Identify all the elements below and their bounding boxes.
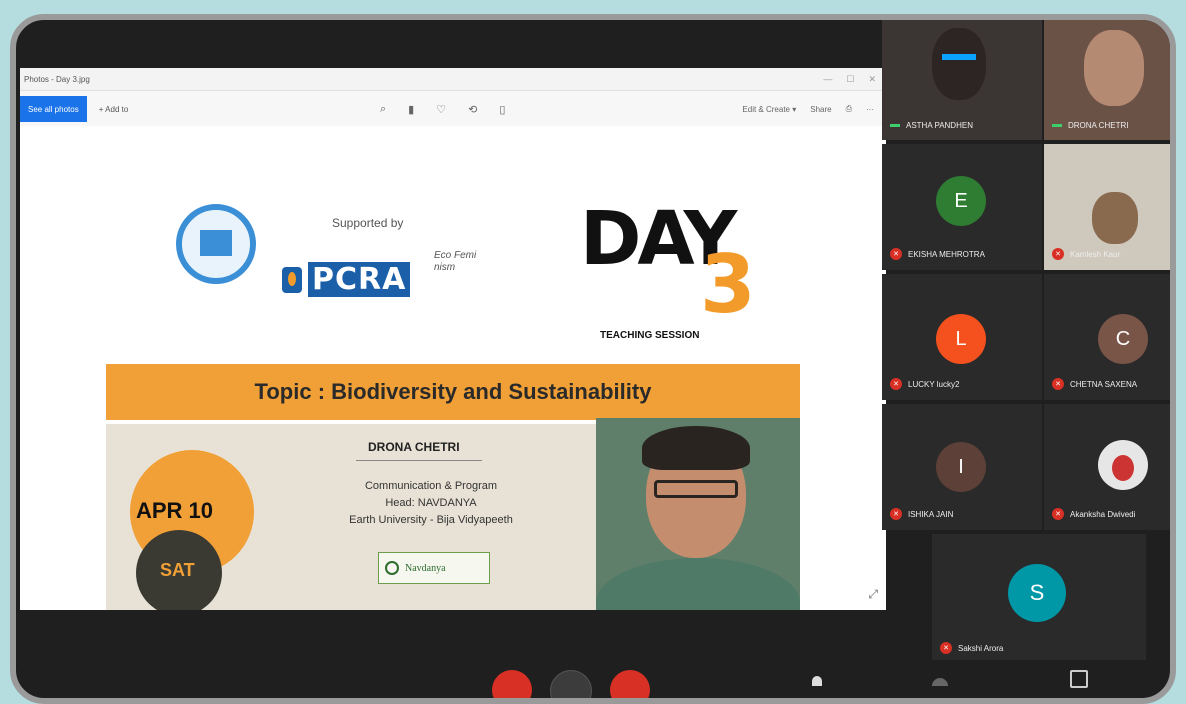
- eco-logo: Eco Femi nism: [434, 250, 477, 273]
- close-button[interactable]: ✕: [868, 74, 876, 85]
- participant-name: LUCKY lucky2: [908, 379, 960, 389]
- maximize-button[interactable]: ☐: [846, 74, 854, 85]
- rotate-icon[interactable]: ⟲: [468, 103, 477, 116]
- participant-tile[interactable]: ASTHA PANDHEN: [882, 20, 1042, 140]
- chat-icon[interactable]: [932, 678, 948, 686]
- participant-tile[interactable]: E ✕ EKISHA MEHROTRA: [882, 144, 1042, 270]
- participant-video: [932, 28, 986, 100]
- participant-name: Kamlesh Kaur: [1070, 249, 1121, 259]
- avatar: C: [1098, 314, 1148, 364]
- minimize-button[interactable]: —: [823, 74, 832, 85]
- participant-tile[interactable]: DRONA CHETRI: [1044, 20, 1170, 140]
- speaker-panel: APR 10 SAT DRONA CHETRI Communication & …: [106, 418, 800, 610]
- pcra-logo: PCRA: [282, 262, 411, 297]
- people-icon[interactable]: [812, 676, 822, 686]
- participant-tile[interactable]: C ✕ CHETNA SAXENA: [1044, 274, 1170, 400]
- activities-icon[interactable]: [1070, 670, 1088, 688]
- meeting-window: Photos - Day 3.jpg — ☐ ✕ See all photos …: [10, 14, 1176, 704]
- divider: [356, 460, 482, 461]
- print-icon[interactable]: ⎙: [846, 104, 852, 114]
- weekday-badge: SAT: [136, 530, 222, 610]
- avatar: I: [936, 442, 986, 492]
- participant-video: [1084, 30, 1144, 106]
- slide-image: Supported by PCRA Eco Femi nism DAY 3 TE…: [20, 126, 886, 610]
- more-button[interactable]: ···: [866, 105, 874, 114]
- window-titlebar: Photos - Day 3.jpg — ☐ ✕: [20, 68, 886, 91]
- mic-toggle-button[interactable]: [492, 670, 532, 698]
- mic-off-icon: ✕: [890, 508, 902, 520]
- resize-icon[interactable]: ⤢: [868, 587, 878, 602]
- navdanya-logo: Navdanya: [378, 552, 490, 584]
- participant-name: Akanksha Dwivedi: [1070, 509, 1136, 519]
- shared-screen: Photos - Day 3.jpg — ☐ ✕ See all photos …: [20, 68, 886, 610]
- teaching-session-label: TEACHING SESSION: [600, 330, 700, 341]
- speaker-photo: [596, 418, 800, 610]
- participant-tile[interactable]: ✕ Kamlesh Kaur: [1044, 144, 1170, 270]
- window-title: Photos - Day 3.jpg: [24, 74, 90, 84]
- mic-off-icon: ✕: [1052, 508, 1064, 520]
- participant-name: EKISHA MEHROTRA: [908, 249, 985, 259]
- institute-logo: [176, 204, 256, 284]
- end-call-button[interactable]: [610, 670, 650, 698]
- delete-icon[interactable]: ▮: [408, 103, 414, 116]
- avatar: L: [936, 314, 986, 364]
- participant-tile[interactable]: ✕ Akanksha Dwivedi: [1044, 404, 1170, 530]
- supported-by-text: Supported by: [332, 216, 404, 230]
- speaking-indicator: [1052, 124, 1062, 127]
- crop-icon[interactable]: ▯: [499, 103, 505, 116]
- see-all-photos-button[interactable]: See all photos: [20, 96, 87, 122]
- participant-tile[interactable]: I ✕ ISHIKA JAIN: [882, 404, 1042, 530]
- add-to-button[interactable]: + Add to: [99, 105, 129, 114]
- participant-tile[interactable]: L ✕ LUCKY lucky2: [882, 274, 1042, 400]
- avatar: E: [936, 176, 986, 226]
- mic-off-icon: ✕: [1052, 248, 1064, 260]
- participant-name: ISHIKA JAIN: [908, 509, 954, 519]
- speaking-indicator: [890, 124, 900, 127]
- participant-name: ASTHA PANDHEN: [906, 121, 973, 130]
- zoom-icon[interactable]: ⌕: [380, 103, 386, 116]
- favorite-icon[interactable]: ♡: [436, 103, 446, 116]
- share-button[interactable]: Share: [810, 105, 831, 114]
- avatar: S: [1008, 564, 1066, 622]
- participant-name: CHETNA SAXENA: [1070, 379, 1138, 389]
- camera-toggle-button[interactable]: [550, 670, 592, 698]
- mic-off-icon: ✕: [940, 642, 952, 654]
- speaker-description: Communication & Program Head: NAVDANYA E…: [349, 480, 513, 526]
- speaker-name: DRONA CHETRI: [368, 440, 460, 454]
- participant-tile[interactable]: S ✕ Sakshi Arora: [932, 534, 1146, 660]
- edit-create-button[interactable]: Edit & Create ▾: [742, 105, 796, 114]
- participant-video: [1092, 192, 1138, 244]
- drop-icon: [282, 266, 302, 293]
- mic-off-icon: ✕: [890, 248, 902, 260]
- participant-name: DRONA CHETRI: [1068, 121, 1129, 130]
- mic-off-icon: ✕: [890, 378, 902, 390]
- mic-off-icon: ✕: [1052, 378, 1064, 390]
- avatar: [1098, 440, 1148, 490]
- topic-banner: Topic : Biodiversity and Sustainability: [106, 364, 800, 420]
- day-number: 3: [700, 238, 756, 331]
- participant-name: Sakshi Arora: [958, 643, 1004, 653]
- photos-toolbar: See all photos + Add to ⌕ ▮ ♡ ⟲ ▯ Edit &…: [20, 91, 886, 128]
